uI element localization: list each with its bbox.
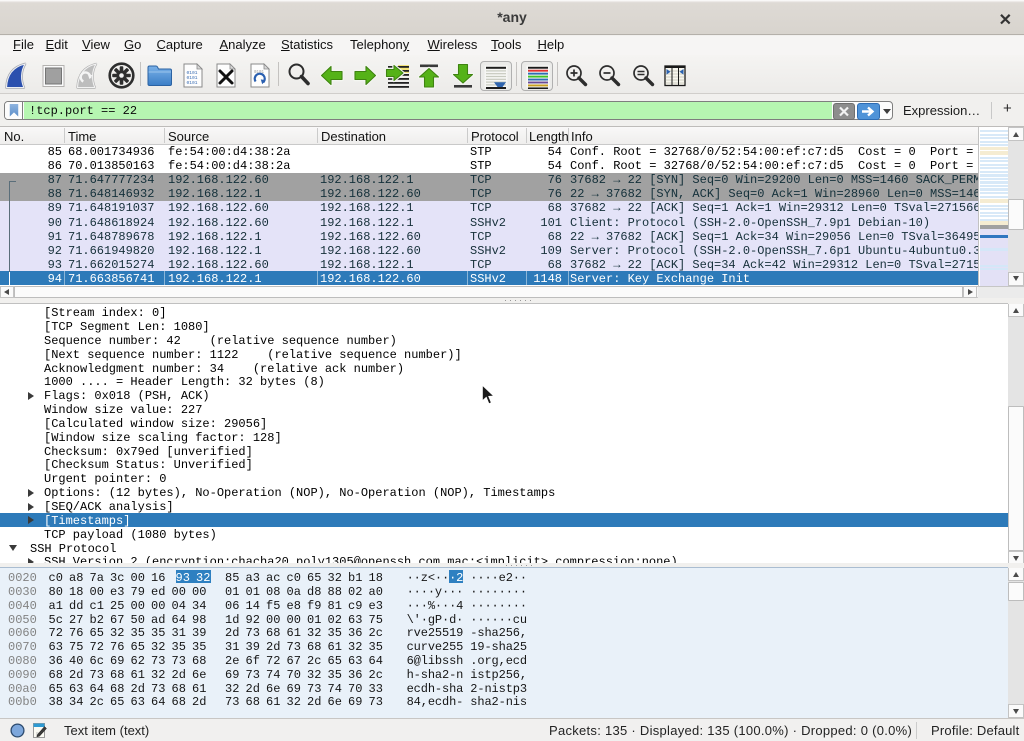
svg-text:0101: 0101	[187, 80, 198, 86]
